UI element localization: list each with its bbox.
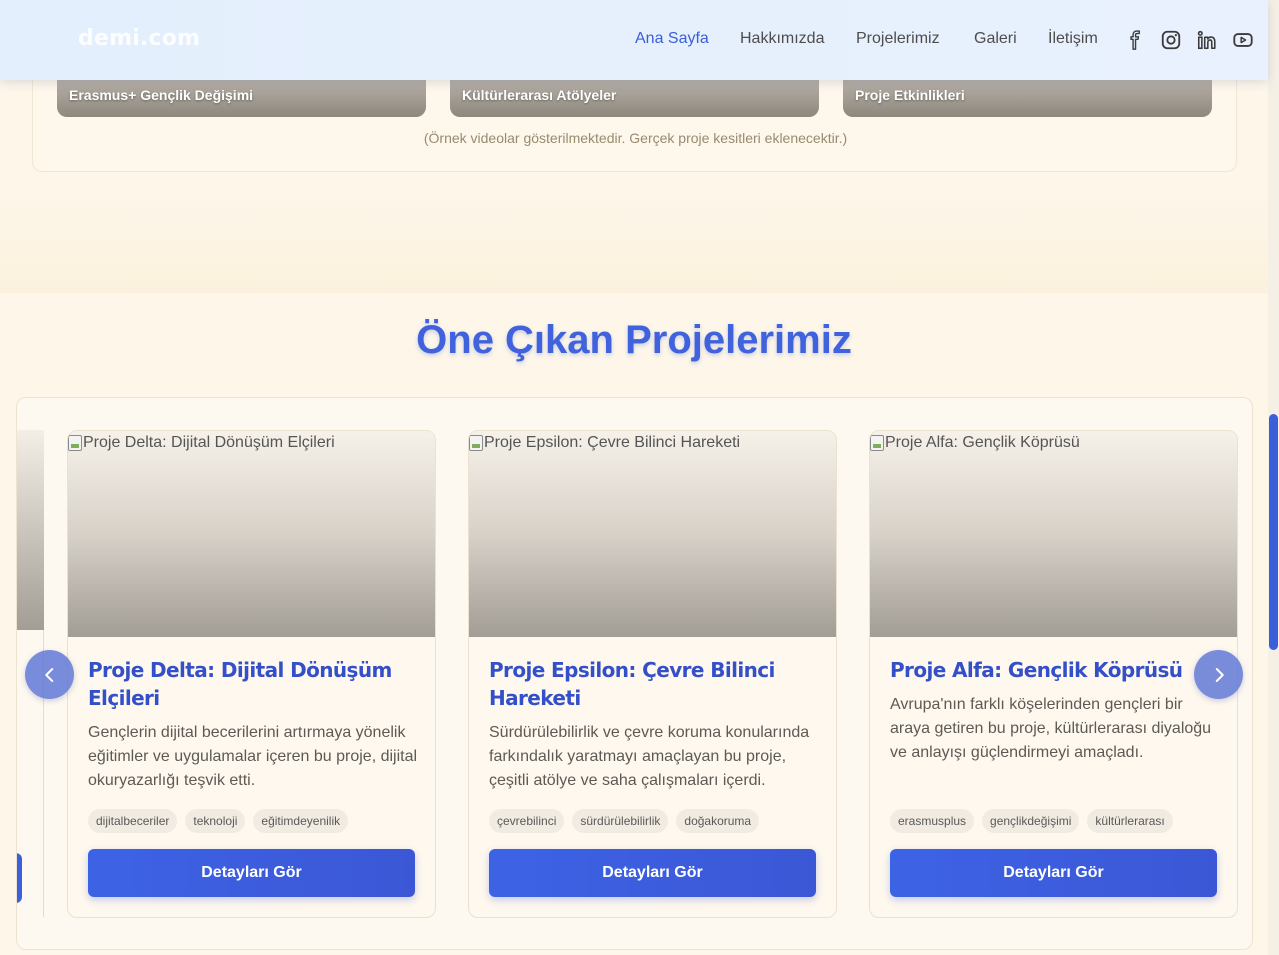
image-alt-text: Proje Epsilon: Çevre Bilinci Hareketi bbox=[469, 434, 740, 452]
card-image bbox=[17, 430, 44, 630]
section-divider bbox=[0, 196, 1268, 293]
details-button[interactable]: Detayları Gör bbox=[88, 849, 415, 897]
image-alt-text: Proje Delta: Dijital Dönüşüm Elçileri bbox=[68, 434, 335, 452]
site-header: demi.com Ana Sayfa Hakkımızda Projelerim… bbox=[0, 0, 1268, 80]
video-label: Proje Etkinlikleri bbox=[855, 87, 965, 103]
card-description: Avrupa'nın farklı köşelerinden gençleri … bbox=[890, 696, 1212, 761]
video-label: Erasmus+ Gençlik Değişimi bbox=[69, 87, 254, 103]
carousel-next-button[interactable] bbox=[1194, 650, 1243, 699]
image-alt-label: Proje Epsilon: Çevre Bilinci Hareketi bbox=[484, 434, 741, 451]
card-image: Proje Alfa: Gençlik Köprüsü bbox=[870, 431, 1237, 637]
project-card: Proje Epsilon: Çevre Bilinci Hareketi Pr… bbox=[468, 430, 837, 918]
instagram-icon[interactable] bbox=[1160, 29, 1182, 51]
tag[interactable]: sürdürülebilirlik bbox=[572, 809, 669, 833]
details-button[interactable]: Detayları Gör bbox=[890, 849, 1217, 897]
linkedin-icon[interactable] bbox=[1196, 29, 1218, 51]
card-title: Proje Epsilon: Çevre Bilinci Hareketi bbox=[489, 658, 775, 710]
image-alt-label: Proje Delta: Dijital Dönüşüm Elçileri bbox=[83, 434, 335, 451]
card-description: Gençlerin dijital becerilerini artırmaya… bbox=[88, 724, 418, 789]
nav-link-gallery[interactable]: Galeri bbox=[974, 30, 1017, 48]
tag[interactable]: teknoloji bbox=[185, 809, 246, 833]
broken-image-icon bbox=[469, 435, 483, 451]
tag[interactable]: erasmusplus bbox=[890, 809, 975, 833]
site-logo[interactable]: demi.com bbox=[78, 26, 200, 51]
tag-list: dijitalbeceriler teknoloji eğitimdeyenil… bbox=[88, 809, 349, 833]
tag[interactable]: çevrebilinci bbox=[489, 809, 565, 833]
card-description: Sürdürülebilirlik ve çevre koruma konula… bbox=[489, 724, 810, 789]
tag[interactable]: gençlikdeğişimi bbox=[982, 809, 1080, 833]
card-image: Proje Delta: Dijital Dönüşüm Elçileri bbox=[68, 431, 435, 637]
carousel-prev-button[interactable] bbox=[25, 650, 74, 699]
facebook-icon[interactable] bbox=[1124, 29, 1146, 51]
broken-image-icon bbox=[68, 435, 82, 451]
nav-link-home[interactable]: Ana Sayfa bbox=[635, 30, 709, 48]
broken-image-icon bbox=[870, 435, 884, 451]
tag[interactable]: kültürlerarası bbox=[1087, 809, 1173, 833]
details-button[interactable]: Detayları Gör bbox=[489, 849, 816, 897]
tag[interactable]: doğakoruma bbox=[676, 809, 760, 833]
chevron-right-icon bbox=[1215, 667, 1224, 682]
tag[interactable]: eğitimdeyenilik bbox=[253, 809, 349, 833]
image-alt-text: Proje Alfa: Gençlik Köprüsü bbox=[870, 434, 1080, 452]
section-title: Öne Çıkan Projelerimiz bbox=[416, 318, 852, 362]
card-title: Proje Delta: Dijital Dönüşüm Elçileri bbox=[88, 658, 392, 710]
projects-carousel: Proje Delta: Dijital Dönüşüm Elçileri Pr… bbox=[16, 397, 1253, 950]
tag-list: erasmusplus gençlikdeğişimi kültürlerara… bbox=[890, 809, 1173, 833]
details-button[interactable] bbox=[17, 853, 22, 903]
tag-list: çevrebilinci sürdürülebilirlik doğakorum… bbox=[489, 809, 760, 833]
image-alt-label: Proje Alfa: Gençlik Köprüsü bbox=[885, 434, 1080, 451]
project-card: Proje Alfa: Gençlik Köprüsü Proje Alfa: … bbox=[869, 430, 1238, 918]
card-image: Proje Epsilon: Çevre Bilinci Hareketi bbox=[469, 431, 836, 637]
youtube-icon[interactable] bbox=[1232, 29, 1254, 51]
chevron-left-icon bbox=[44, 667, 53, 682]
nav-link-contact[interactable]: İletişim bbox=[1048, 30, 1098, 48]
video-label: Kültürlerarası Atölyeler bbox=[462, 87, 617, 103]
video-note: (Örnek videolar gösterilmektedir. Gerçek… bbox=[423, 130, 848, 146]
project-card: Proje Delta: Dijital Dönüşüm Elçileri Pr… bbox=[67, 430, 436, 918]
nav-link-projects[interactable]: Projelerimiz bbox=[856, 30, 940, 48]
nav-link-about[interactable]: Hakkımızda bbox=[740, 30, 824, 48]
card-title: Proje Alfa: Gençlik Köprüsü bbox=[890, 658, 1183, 682]
tag[interactable]: dijitalbeceriler bbox=[88, 809, 178, 833]
page-scrollbar-thumb[interactable] bbox=[1269, 414, 1278, 650]
